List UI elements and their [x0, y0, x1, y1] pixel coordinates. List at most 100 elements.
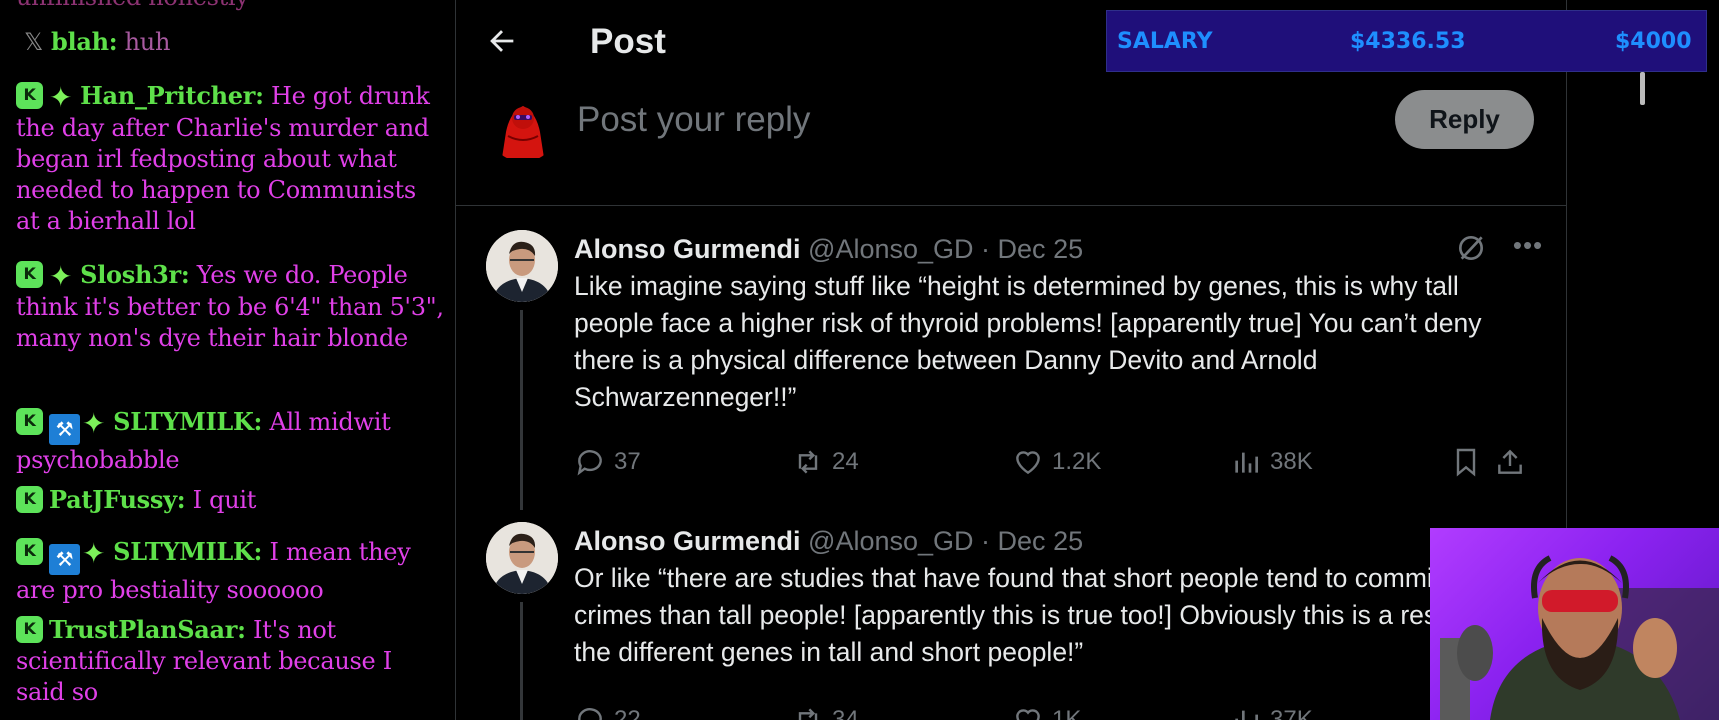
x-logo-icon: 𝕏 [24, 28, 44, 56]
tweet-text: Or like “there are studies that have fou… [574, 563, 1508, 667]
repost-action[interactable]: 34 [792, 700, 859, 720]
salary-current: $4336.53 [1350, 29, 1466, 54]
grok-icon[interactable] [1455, 232, 1487, 264]
author-handle[interactable]: @Alonso_GD [808, 526, 973, 556]
views-icon [1235, 710, 1258, 720]
views-action[interactable]: 38K [1230, 442, 1313, 482]
like-action[interactable]: 1K [1012, 700, 1081, 720]
tweet[interactable]: Alonso Gurmendi @Alonso_GD · Dec 25 ••• … [455, 230, 1567, 510]
thread-line [520, 602, 523, 720]
salary-label: SALARY [1117, 29, 1213, 54]
chat-message-text: huh [117, 28, 171, 56]
chat-message: ✦Slosh3r: Yes we do. People think it's b… [16, 259, 446, 354]
kick-badge-icon [16, 616, 43, 643]
author-photo [486, 230, 558, 302]
chat-message: PatJFussy: I quit [16, 484, 446, 516]
kick-badge-icon [16, 538, 43, 565]
avatar[interactable] [486, 230, 558, 302]
reply-action[interactable]: 37 [574, 442, 641, 482]
chat-message-text: unfinished honestly [16, 0, 249, 11]
sparkle-badge-icon: ✦ [49, 81, 73, 114]
webcam-overlay [1430, 528, 1719, 720]
separator-dot: · [981, 234, 991, 264]
arrow-left-icon [490, 30, 514, 52]
repost-icon [798, 708, 818, 720]
view-count: 37K [1270, 706, 1313, 720]
streamer-video [1440, 555, 1719, 720]
reply-button[interactable]: Reply [1395, 90, 1534, 149]
tweet[interactable]: Alonso Gurmendi @Alonso_GD · Dec 25 Or l… [455, 522, 1567, 720]
chat-panel: unfinished honestly 𝕏blah: huh ✦Han_Prit… [0, 0, 454, 720]
like-count: 1.2K [1052, 448, 1102, 475]
share-icon [1498, 449, 1522, 474]
kick-badge-icon [16, 408, 43, 435]
author-handle[interactable]: @Alonso_GD [808, 234, 973, 264]
author-photo [486, 522, 558, 594]
author-name[interactable]: Alonso Gurmendi [574, 234, 801, 264]
tweet-date[interactable]: Dec 25 [998, 234, 1084, 264]
tweet-header: Alonso Gurmendi @Alonso_GD · Dec 25 [574, 232, 1083, 266]
repost-count: 34 [832, 706, 859, 720]
tweet-actions: 37 24 1.2K 38K [574, 442, 1534, 482]
chat-username[interactable]: SLTYMILK: [113, 407, 262, 436]
sparkle-badge-icon: ✦ [49, 260, 73, 293]
reply-count: 37 [614, 448, 641, 475]
salary-goal: $4000 [1615, 29, 1692, 54]
chat-message: 𝕏blah: huh [16, 26, 446, 58]
avatar[interactable] [488, 92, 558, 162]
chat-username[interactable]: PatJFussy: [49, 485, 186, 514]
salary-bar: SALARY $4336.53 $4000 [1106, 10, 1707, 72]
separator-dot: · [981, 526, 991, 556]
comment-icon [577, 450, 602, 476]
chat-message-cut: unfinished honestly [16, 0, 446, 13]
chat-message: TrustPlanSaar: It's not scientifically r… [16, 614, 446, 708]
views-icon [1235, 452, 1258, 473]
like-count: 1K [1052, 706, 1082, 720]
divider [455, 205, 1567, 206]
bookmark-icon [1456, 448, 1476, 477]
views-action[interactable]: 37K [1230, 700, 1313, 720]
chat-message: ⚒✦SLTYMILK: All midwit psychobabble [16, 406, 446, 476]
reply-action[interactable]: 22 [574, 700, 641, 720]
scrollbar-thumb[interactable] [1640, 72, 1645, 105]
heart-icon [1016, 709, 1040, 720]
reply-count: 22 [614, 706, 641, 720]
kick-badge-icon [16, 82, 43, 109]
chat-username[interactable]: Slosh3r: [80, 260, 190, 289]
tweet-date[interactable]: Dec 25 [998, 526, 1084, 556]
tweet-header: Alonso Gurmendi @Alonso_GD · Dec 25 [574, 524, 1083, 558]
comment-icon [578, 708, 602, 720]
post-column: Post Post your reply Reply Alonso Gurmen… [455, 0, 1567, 720]
avatar[interactable] [486, 522, 558, 594]
kick-badge-icon [16, 261, 43, 288]
chat-message: ⚒✦SLTYMILK: I mean they are pro bestiali… [16, 536, 446, 606]
bookmark-action[interactable] [1450, 442, 1490, 482]
author-name[interactable]: Alonso Gurmendi [574, 526, 801, 556]
share-action[interactable] [1494, 442, 1534, 482]
repost-action[interactable]: 24 [792, 442, 859, 482]
page-title: Post [590, 22, 666, 61]
chat-username[interactable]: TrustPlanSaar: [49, 615, 246, 644]
back-button[interactable] [485, 24, 525, 64]
view-count: 38K [1270, 448, 1313, 475]
repost-count: 24 [832, 448, 859, 475]
chat-message-text: I quit [185, 486, 257, 514]
chat-message: ✦Han_Pritcher: He got drunk the day afte… [16, 80, 446, 237]
repost-icon [798, 450, 818, 474]
user-avatar-icon [488, 92, 558, 162]
kick-badge-icon [16, 486, 43, 513]
sparkle-badge-icon: ✦ [82, 537, 106, 570]
tweet-text: Like imagine saying stuff like “height i… [574, 271, 1482, 412]
heart-icon [1016, 451, 1040, 475]
tweet-actions: 22 34 1K 37K [574, 700, 1534, 720]
like-action[interactable]: 1.2K [1012, 442, 1101, 482]
more-options-icon[interactable]: ••• [1508, 230, 1548, 264]
moderator-hammer-icon: ⚒ [49, 544, 80, 575]
reply-input[interactable]: Post your reply [577, 95, 1277, 145]
sparkle-badge-icon: ✦ [82, 407, 106, 440]
chat-username[interactable]: Han_Pritcher: [80, 81, 264, 110]
moderator-hammer-icon: ⚒ [49, 414, 80, 445]
chat-username[interactable]: blah: [51, 27, 118, 56]
thread-line [520, 310, 523, 510]
chat-username[interactable]: SLTYMILK: [113, 537, 262, 566]
